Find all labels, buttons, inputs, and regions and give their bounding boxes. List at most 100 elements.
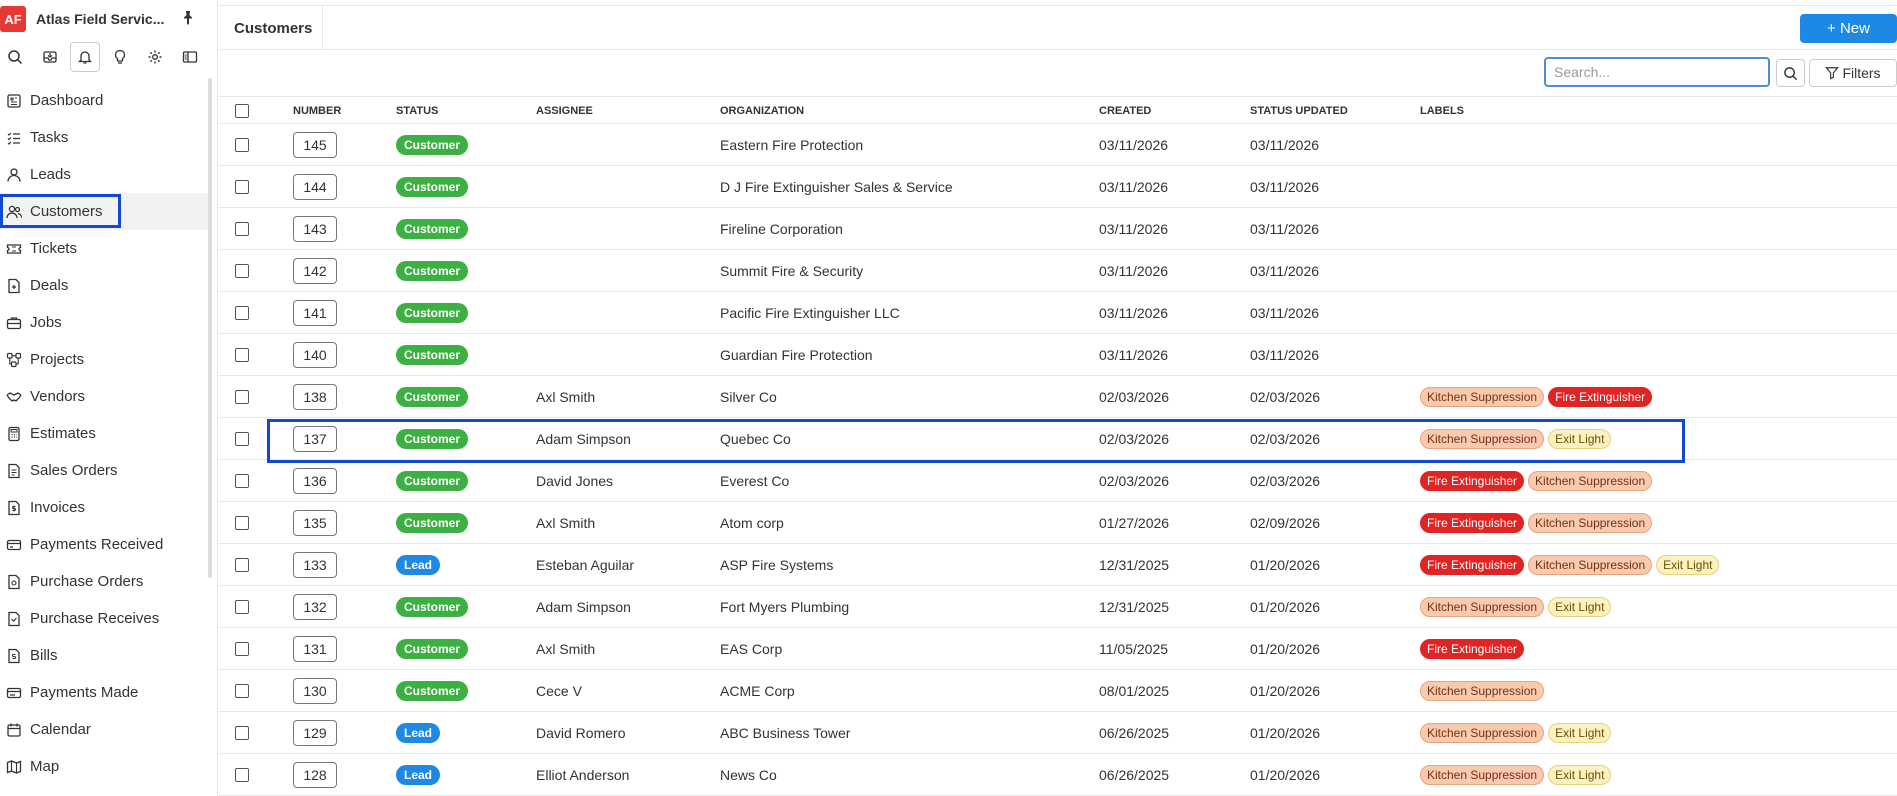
select-all-checkbox[interactable] bbox=[235, 104, 249, 118]
sidebar-item-deals[interactable]: Deals bbox=[0, 267, 210, 304]
sidebar-item-jobs[interactable]: Jobs bbox=[0, 304, 210, 341]
record-number[interactable]: 133 bbox=[293, 552, 337, 578]
table-row[interactable]: 140 Customer Guardian Fire Protection 03/11… bbox=[219, 334, 1897, 376]
table-row[interactable]: 143 Customer Fireline Corporation 03/11/202… bbox=[219, 208, 1897, 250]
sidebar-item-tasks[interactable]: Tasks bbox=[0, 119, 210, 156]
row-checkbox[interactable] bbox=[235, 432, 249, 446]
sidebar-item-map[interactable]: Map bbox=[0, 748, 210, 785]
record-number[interactable]: 142 bbox=[293, 258, 337, 284]
table-row[interactable]: 137 Customer Adam Simpson Quebec Co 02/03/20… bbox=[219, 418, 1897, 460]
table-row[interactable]: 132 Customer Adam Simpson Fort Myers Plumbi… bbox=[219, 586, 1897, 628]
table-row[interactable]: 138 Customer Axl Smith Silver Co 02/03/2026 0… bbox=[219, 376, 1897, 418]
row-checkbox[interactable] bbox=[235, 726, 249, 740]
bulb-icon[interactable] bbox=[105, 42, 135, 72]
row-checkbox[interactable] bbox=[235, 222, 249, 236]
sidebar-item-bills[interactable]: Bills bbox=[0, 637, 210, 674]
row-checkbox[interactable] bbox=[235, 180, 249, 194]
record-number[interactable]: 138 bbox=[293, 384, 337, 410]
sidebar-item-projects[interactable]: Projects bbox=[0, 341, 210, 378]
label-tag: Fire Extinguisher bbox=[1548, 387, 1653, 407]
sidebar-item-sales-orders[interactable]: Sales Orders bbox=[0, 452, 210, 489]
pin-icon[interactable] bbox=[180, 10, 196, 26]
app-logo[interactable]: AF bbox=[0, 6, 26, 32]
sidebar-item-invoices[interactable]: Invoices bbox=[0, 489, 210, 526]
sidebar-item-leads[interactable]: Leads bbox=[0, 156, 210, 193]
search-input[interactable] bbox=[1544, 57, 1770, 87]
app-name[interactable]: Atlas Field Servic... bbox=[36, 11, 176, 27]
organization: Silver Co bbox=[720, 389, 777, 405]
filters-button[interactable]: Filters bbox=[1809, 59, 1897, 87]
table-row[interactable]: 142 Customer Summit Fire & Security 03/11/2… bbox=[219, 250, 1897, 292]
record-number[interactable]: 132 bbox=[293, 594, 337, 620]
status-badge: Lead bbox=[396, 723, 441, 743]
table-row[interactable]: 133 Lead Esteban Aguilar ASP Fire Systems 12… bbox=[219, 544, 1897, 586]
row-checkbox[interactable] bbox=[235, 138, 249, 152]
table-row[interactable]: 129 Lead David Romero ABC Business Tower 06/… bbox=[219, 712, 1897, 754]
row-checkbox[interactable] bbox=[235, 348, 249, 362]
table-row[interactable]: 130 Customer Cece V ACME Corp 08/01/2025 01/2… bbox=[219, 670, 1897, 712]
record-number[interactable]: 143 bbox=[293, 216, 337, 242]
column-header-status[interactable]: STATUS bbox=[396, 105, 438, 117]
table-row[interactable]: 145 Customer Eastern Fire Protection 03/11/… bbox=[219, 124, 1897, 166]
sidebar-item-calendar[interactable]: Calendar bbox=[0, 711, 210, 748]
row-checkbox[interactable] bbox=[235, 390, 249, 404]
organization: ABC Business Tower bbox=[720, 725, 851, 741]
sidebar-item-payments-made[interactable]: Payments Made bbox=[0, 674, 210, 711]
sidebar-item-vendors[interactable]: Vendors bbox=[0, 378, 210, 415]
record-number[interactable]: 129 bbox=[293, 720, 337, 746]
row-checkbox[interactable] bbox=[235, 684, 249, 698]
row-checkbox[interactable] bbox=[235, 264, 249, 278]
record-number[interactable]: 137 bbox=[293, 426, 337, 452]
sidebar-item-estimates[interactable]: Estimates bbox=[0, 415, 210, 452]
dashboard-icon bbox=[6, 93, 22, 109]
record-number[interactable]: 131 bbox=[293, 636, 337, 662]
record-number[interactable]: 141 bbox=[293, 300, 337, 326]
table-row[interactable]: 141 Customer Pacific Fire Extinguisher LLC… bbox=[219, 292, 1897, 334]
sidebar-item-dashboard[interactable]: Dashboard bbox=[0, 82, 210, 119]
table-row[interactable]: 136 Customer David Jones Everest Co 02/03/20… bbox=[219, 460, 1897, 502]
record-number[interactable]: 128 bbox=[293, 762, 337, 788]
inbox-icon[interactable] bbox=[35, 42, 65, 72]
record-number[interactable]: 135 bbox=[293, 510, 337, 536]
gear-icon[interactable] bbox=[140, 42, 170, 72]
row-checkbox[interactable] bbox=[235, 474, 249, 488]
bell-icon[interactable] bbox=[70, 42, 100, 72]
row-checkbox[interactable] bbox=[235, 516, 249, 530]
sidebar-item-payments-received[interactable]: Payments Received bbox=[0, 526, 210, 563]
row-checkbox[interactable] bbox=[235, 306, 249, 320]
record-number[interactable]: 136 bbox=[293, 468, 337, 494]
labels: Kitchen Suppression Exit Light bbox=[1420, 765, 1615, 785]
label-tag: Fire Extinguisher bbox=[1420, 513, 1525, 533]
table-row[interactable]: 131 Customer Axl Smith EAS Corp 11/05/2025 01… bbox=[219, 628, 1897, 670]
search-icon[interactable] bbox=[0, 42, 30, 72]
sidebar-item-customers[interactable]: Customers bbox=[0, 193, 210, 230]
column-header-created[interactable]: CREATED bbox=[1099, 105, 1151, 117]
column-header-organization[interactable]: ORGANIZATION bbox=[720, 105, 804, 117]
record-number[interactable]: 144 bbox=[293, 174, 337, 200]
table-row[interactable]: 144 Customer D J Fire Extinguisher Sales &… bbox=[219, 166, 1897, 208]
sidebar-scrollbar[interactable] bbox=[208, 78, 212, 578]
row-checkbox[interactable] bbox=[235, 642, 249, 656]
record-number[interactable]: 140 bbox=[293, 342, 337, 368]
label-tag: Kitchen Suppression bbox=[1420, 765, 1545, 785]
column-header-status-updated[interactable]: STATUS UPDATED bbox=[1250, 105, 1348, 117]
page-title[interactable]: Customers bbox=[219, 6, 323, 50]
sidebar-item-tickets[interactable]: Tickets bbox=[0, 230, 210, 267]
search-button[interactable] bbox=[1776, 59, 1805, 87]
record-number[interactable]: 130 bbox=[293, 678, 337, 704]
row-checkbox[interactable] bbox=[235, 600, 249, 614]
panel-icon[interactable] bbox=[175, 42, 205, 72]
sidebar-item-purchase-orders[interactable]: Purchase Orders bbox=[0, 563, 210, 600]
table-row[interactable]: 135 Customer Axl Smith Atom corp 01/27/2026 0… bbox=[219, 502, 1897, 544]
column-header-number[interactable]: NUMBER bbox=[293, 105, 341, 117]
organization: Quebec Co bbox=[720, 431, 791, 447]
sidebar-item-purchase-receives[interactable]: Purchase Receives bbox=[0, 600, 210, 637]
record-number[interactable]: 145 bbox=[293, 132, 337, 158]
row-checkbox[interactable] bbox=[235, 558, 249, 572]
row-checkbox[interactable] bbox=[235, 768, 249, 782]
new-button[interactable]: + New bbox=[1800, 14, 1897, 43]
column-header-labels[interactable]: LABELS bbox=[1420, 105, 1464, 117]
table-row[interactable]: 128 Lead Elliot Anderson News Co 06/26/2025 0… bbox=[219, 754, 1897, 796]
created-date: 01/27/2026 bbox=[1099, 515, 1170, 531]
column-header-assignee[interactable]: ASSIGNEE bbox=[536, 105, 593, 117]
